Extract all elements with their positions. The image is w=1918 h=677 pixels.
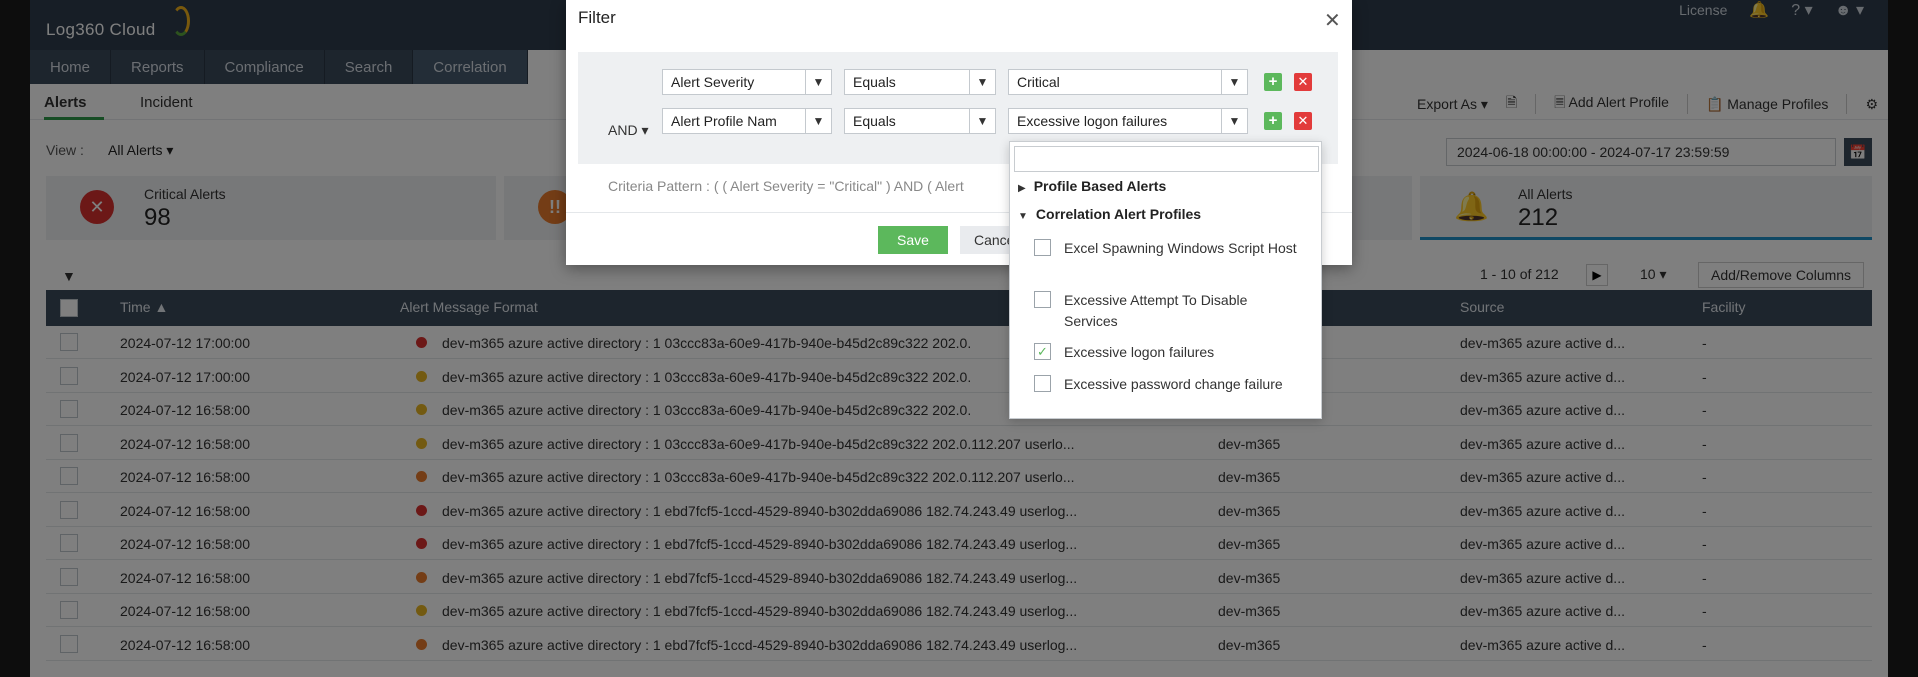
criteria-value-value: Critical [1017, 74, 1060, 90]
criteria-field-select[interactable]: Alert Severity ▼ [662, 69, 832, 95]
option-checkbox[interactable] [1034, 375, 1051, 392]
criteria-operator-value: Equals [853, 113, 896, 129]
group-label: Profile Based Alerts [1033, 178, 1167, 194]
save-button[interactable]: Save [878, 226, 948, 254]
close-icon[interactable]: ✕ [1324, 8, 1341, 33]
criteria-field-value: Alert Profile Nam [671, 113, 777, 129]
group-label: Correlation Alert Profiles [1035, 206, 1202, 222]
chevron-down-icon: ▼ [969, 109, 995, 133]
add-criteria-button[interactable]: + [1264, 112, 1282, 130]
criteria-pattern: Criteria Pattern : ( ( Alert Severity = … [608, 178, 964, 194]
chevron-down-icon: ▼ [805, 109, 831, 133]
logic-operator-select[interactable]: AND ▾ [608, 122, 648, 139]
caret-down-icon: ▼ [1018, 211, 1028, 222]
profile-dropdown: ▶ Profile Based Alerts ▼ Correlation Alert… [1009, 141, 1322, 419]
criteria-operator-value: Equals [853, 74, 896, 90]
option-checkbox[interactable] [1034, 291, 1051, 308]
criteria-field-select[interactable]: Alert Profile Nam ▼ [662, 108, 832, 134]
dropdown-option[interactable]: Excel Spawning Windows Script Host [1034, 238, 1304, 282]
option-checkbox[interactable] [1034, 239, 1051, 256]
modal-title: Filter [578, 8, 616, 27]
criteria-value-select[interactable]: Excessive logon failures ▼ [1008, 108, 1248, 134]
criteria-field-value: Alert Severity [671, 74, 755, 90]
logic-operator-value: AND [608, 122, 638, 138]
dropdown-search-input[interactable] [1014, 146, 1319, 172]
add-criteria-button[interactable]: + [1264, 73, 1282, 91]
criteria-operator-select[interactable]: Equals ▼ [844, 108, 996, 134]
chevron-down-icon: ▼ [805, 70, 831, 94]
option-label: Excessive password change failure [1064, 376, 1283, 392]
group-correlation-alert-profiles[interactable]: ▼ Correlation Alert Profiles [1018, 206, 1201, 222]
remove-criteria-button[interactable]: ✕ [1294, 112, 1312, 130]
group-profile-based-alerts[interactable]: ▶ Profile Based Alerts [1018, 178, 1166, 194]
remove-criteria-button[interactable]: ✕ [1294, 73, 1312, 91]
caret-right-icon: ▶ [1018, 183, 1026, 194]
criteria-operator-select[interactable]: Equals ▼ [844, 69, 996, 95]
option-checkbox[interactable]: ✓ [1034, 343, 1051, 360]
chevron-down-icon: ▼ [969, 70, 995, 94]
option-label: Excessive logon failures [1064, 344, 1215, 360]
dropdown-option[interactable]: Excessive password change failure [1034, 374, 1304, 418]
option-label: Excessive Attempt To Disable Services [1064, 292, 1248, 329]
option-label: Excel Spawning Windows Script Host [1064, 240, 1297, 256]
chevron-down-icon: ▼ [1221, 70, 1247, 94]
criteria-value-select[interactable]: Critical ▼ [1008, 69, 1248, 95]
chevron-down-icon: ▼ [1221, 109, 1247, 133]
criteria-value-value: Excessive logon failures [1017, 113, 1168, 129]
dropdown-option[interactable]: Excessive Attempt To Disable Services [1034, 290, 1304, 334]
